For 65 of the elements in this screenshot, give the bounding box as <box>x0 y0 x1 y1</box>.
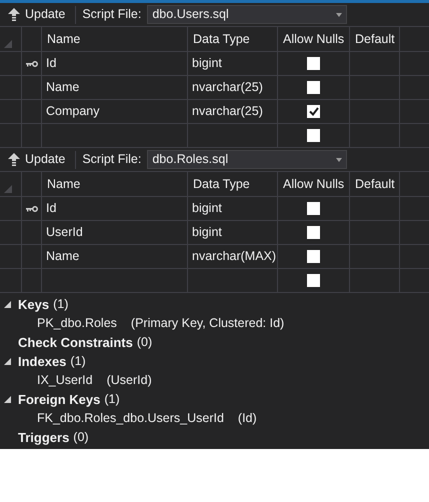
column-name: UserId <box>42 221 188 245</box>
update-button[interactable]: Update <box>4 150 70 170</box>
constraint-name[interactable]: IX_UserId <box>37 371 93 390</box>
data-type: bigint <box>188 197 278 221</box>
row-header-cell <box>0 221 22 245</box>
caret-icon <box>336 12 342 16</box>
column-header[interactable]: Name <box>42 27 188 52</box>
section-title[interactable]: Foreign Keys <box>18 390 100 410</box>
constraint-name[interactable]: PK_dbo.Roles <box>37 314 117 333</box>
row-header-cell <box>0 124 22 148</box>
update-button[interactable]: Update <box>4 4 70 24</box>
up-arrow-icon <box>8 8 20 21</box>
column-header[interactable]: Default <box>350 27 400 52</box>
row-header-cell <box>0 76 22 100</box>
checkbox[interactable] <box>307 105 320 118</box>
checkbox[interactable] <box>307 226 320 239</box>
data-type: nvarchar(MAX) <box>188 245 278 269</box>
script-file-dropdown[interactable]: dbo.Roles.sql <box>147 150 348 169</box>
constraint-detail: (UserId) <box>106 372 152 390</box>
section-count: (0) <box>136 334 152 352</box>
section-count: (0) <box>73 429 89 446</box>
script-file-dropdown[interactable]: dbo.Users.sql <box>147 5 348 24</box>
data-type: bigint <box>188 52 278 76</box>
row-header-cell <box>0 269 22 293</box>
column-name: Id <box>42 52 188 76</box>
row-header-cell <box>0 245 22 269</box>
checkbox[interactable] <box>307 274 320 287</box>
data-type: nvarchar(25) <box>188 76 278 100</box>
column-header[interactable]: Default <box>350 172 400 197</box>
expanded-triangle-icon[interactable] <box>4 358 10 365</box>
data-type: nvarchar(25) <box>188 100 278 124</box>
column-header[interactable]: Allow Nulls <box>278 172 350 197</box>
column-header[interactable]: Data Type <box>188 27 278 52</box>
column-header[interactable]: Name <box>42 172 188 197</box>
column-name: Name <box>42 245 188 269</box>
constraint-name[interactable]: FK_dbo.Roles_dbo.Users_UserId <box>37 409 224 428</box>
column-header[interactable]: Data Type <box>188 172 278 197</box>
checkbox[interactable] <box>307 202 320 215</box>
expanded-triangle-icon[interactable] <box>4 396 10 403</box>
section-title[interactable]: Triggers <box>18 428 70 448</box>
checkbox[interactable] <box>307 129 320 142</box>
up-arrow-icon <box>8 153 20 166</box>
script-file-label: Script File: <box>82 6 142 24</box>
column-header[interactable]: Allow Nulls <box>278 27 350 52</box>
section-title[interactable]: Keys <box>18 294 50 314</box>
column-name: Id <box>42 197 188 221</box>
corner-triangle-icon <box>4 185 12 193</box>
checkbox[interactable] <box>307 57 320 70</box>
section-title[interactable]: Indexes <box>18 352 66 372</box>
constraint-detail: (Id) <box>238 410 257 428</box>
expanded-triangle-icon[interactable] <box>4 301 10 308</box>
data-type: bigint <box>188 221 278 245</box>
section-count: (1) <box>104 391 120 408</box>
script-file-label: Script File: <box>82 151 142 168</box>
checkbox[interactable] <box>307 81 320 94</box>
section-count: (1) <box>53 296 68 314</box>
checkbox[interactable] <box>307 250 320 263</box>
row-header-cell <box>0 100 22 124</box>
section-title[interactable]: Check Constraints <box>18 332 133 352</box>
caret-icon <box>336 158 342 162</box>
column-name: Name <box>42 76 188 100</box>
column-name: Company <box>42 100 188 124</box>
constraint-detail: (Primary Key, Clustered: Id) <box>130 315 284 332</box>
corner-triangle-icon <box>4 40 12 48</box>
section-count: (1) <box>70 353 86 370</box>
